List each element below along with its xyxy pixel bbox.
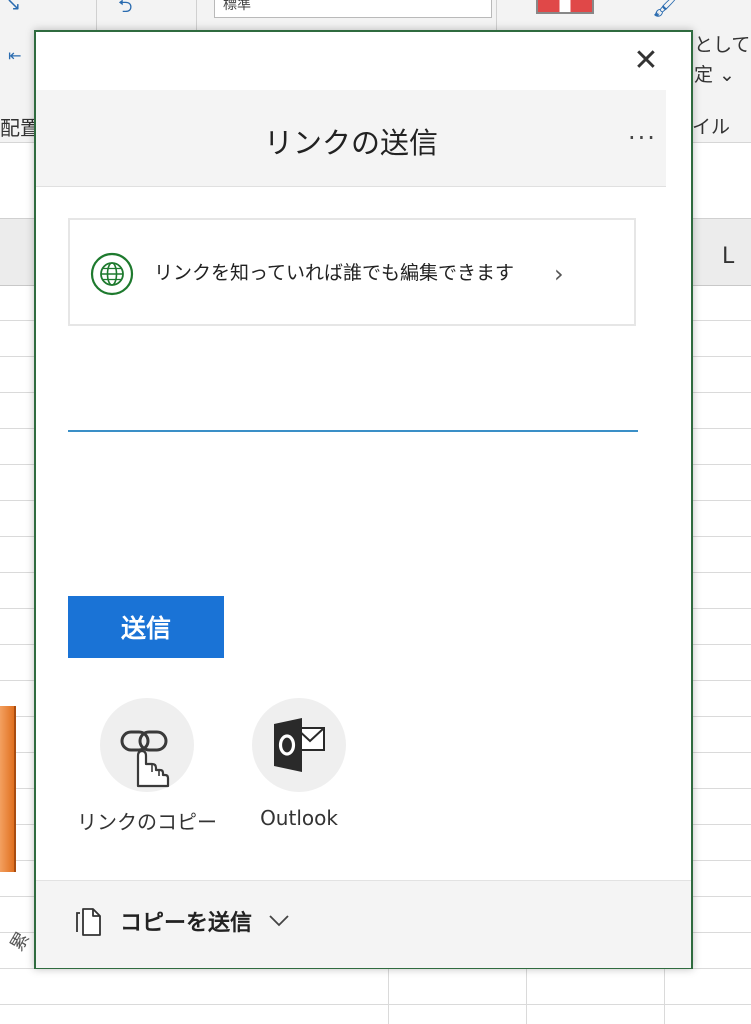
globe-icon: [90, 252, 134, 296]
ribbon-label-setting: 定 ⌄: [694, 64, 735, 86]
send-button[interactable]: 送信: [68, 596, 224, 658]
ribbon-separator: [196, 0, 197, 30]
ribbon-separator: [96, 0, 97, 30]
more-options-button[interactable]: ···: [628, 124, 657, 152]
copy-link-circle: [100, 698, 194, 792]
outlook-icon: [274, 718, 325, 772]
copy-link-option[interactable]: リンクのコピー: [72, 698, 222, 835]
recipient-input[interactable]: [68, 384, 638, 432]
outlook-label: Outlook: [260, 806, 338, 830]
dialog-footer: コピーを送信: [36, 880, 691, 968]
link-copy-icon: [120, 730, 170, 788]
cell-style-icon: 🖌: [652, 0, 680, 19]
chevron-right-icon: ›: [554, 260, 564, 288]
chevron-down-icon: [269, 915, 289, 927]
outlook-option[interactable]: Outlook: [224, 698, 374, 830]
indent-icon: ↘: [6, 0, 22, 15]
link-permission-text: リンクを知っていれば誰でも編集できます: [154, 262, 515, 284]
column-header-L: L: [722, 244, 735, 269]
chart-bar-shape: [0, 706, 16, 872]
close-button[interactable]: ✕: [630, 46, 662, 78]
send-link-dialog: ✕ リンクの送信 ··· リンクを知っていれば誰でも編集できます › 送信 リン…: [34, 30, 693, 969]
copy-link-label: リンクのコピー: [77, 810, 217, 834]
conditional-format-icon: [536, 0, 594, 14]
send-copy-label: コピーを送信: [120, 911, 253, 936]
outlook-circle: [252, 698, 346, 792]
send-copy-button[interactable]: コピーを送信: [74, 905, 290, 937]
header-divider: [36, 186, 666, 187]
dialog-title: リンクの送信: [263, 126, 438, 160]
undo-icon: ⮌: [118, 0, 133, 17]
indent-left-icon: ⇤: [8, 46, 22, 65]
ribbon-separator: [496, 0, 497, 30]
number-format-box: 標準: [214, 0, 492, 18]
ribbon-label-format-as: として: [694, 34, 751, 56]
ribbon-group-label-style: イル: [692, 116, 731, 138]
copy-icon: [76, 908, 101, 936]
grid-row-line: [0, 1004, 751, 1005]
link-permission-button[interactable]: リンクを知っていれば誰でも編集できます ›: [68, 218, 636, 326]
sheet-rotated-text: 累: [6, 928, 34, 955]
